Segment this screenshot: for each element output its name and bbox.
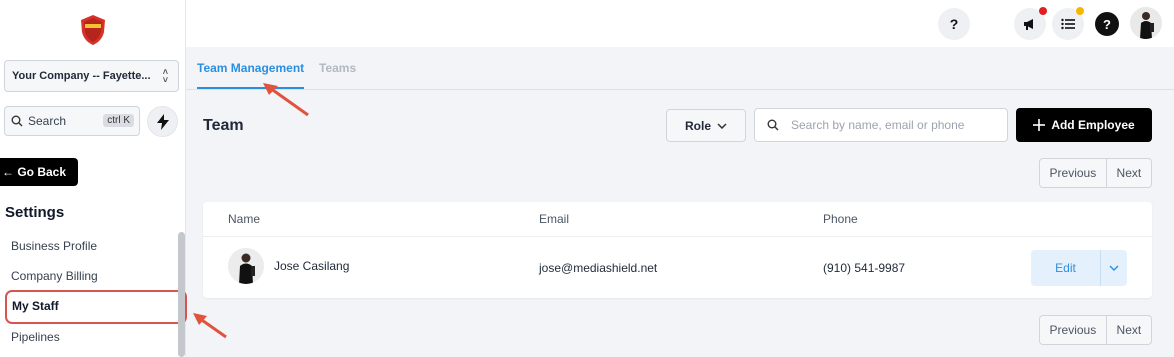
employee-search[interactable] [754,108,1008,142]
sidebar-item-label: My Staff [12,299,59,313]
list-icon [1061,18,1075,30]
pagination-bottom: Previous Next [1039,315,1152,345]
top-bar: ? ? [186,0,1174,47]
tab-team-management[interactable]: Team Management [197,61,305,89]
pagination-top: Previous Next [1039,158,1152,188]
avatar [228,248,264,284]
company-logo [80,14,106,46]
sidebar-item-business-profile[interactable]: Business Profile [11,239,97,253]
employee-search-input[interactable] [791,118,1001,132]
company-select[interactable]: Your Company -- Fayette... ˄ ˅ [4,60,179,92]
sidebar-item-company-billing[interactable]: Company Billing [11,269,98,283]
next-button[interactable]: Next [1107,159,1151,187]
company-select-label: Your Company -- Fayette... [12,70,151,82]
role-filter-button[interactable]: Role [666,109,746,142]
add-employee-button[interactable]: Add Employee [1016,108,1152,142]
employee-email: jose@mediashield.net [539,261,658,275]
tab-bar: Team Management Teams [186,47,1174,90]
employee-phone: (910) 541-9987 [823,261,906,275]
staff-table: Name Email Phone Jose Casilang jose@medi… [203,202,1152,298]
plus-icon [1033,119,1046,131]
page-title: Team [203,117,244,134]
column-header-email: Email [539,212,570,226]
sidebar-scrollbar[interactable] [178,232,185,357]
chevron-down-icon [717,122,727,129]
search-icon [767,119,779,131]
edit-button-group: Edit [1031,250,1127,286]
quick-actions-button[interactable] [147,106,178,137]
help-button[interactable]: ? [938,8,970,40]
previous-button[interactable]: Previous [1040,159,1107,187]
add-employee-label: Add Employee [1051,118,1135,132]
chevron-down-icon [1109,265,1119,271]
lightning-icon [156,113,169,130]
go-back-button[interactable]: ← Go Back [0,158,78,186]
tasks-button[interactable] [1052,7,1084,40]
support-button[interactable]: ? [1095,12,1119,36]
annotation-arrow [193,313,227,339]
sidebar-item-my-staff[interactable]: My Staff [5,290,187,324]
user-avatar[interactable] [1130,7,1162,39]
next-button[interactable]: Next [1107,316,1151,344]
settings-title: Settings [5,204,65,221]
column-header-name: Name [228,212,261,226]
sidebar: Your Company -- Fayette... ˄ ˅ Search ctr… [0,0,187,357]
megaphone-icon [1024,19,1033,30]
edit-button[interactable]: Edit [1031,250,1101,286]
search-label: Search [28,114,67,128]
previous-button[interactable]: Previous [1040,316,1107,344]
tab-teams[interactable]: Teams [319,61,356,75]
notification-dot [1039,7,1047,15]
sidebar-item-pipelines[interactable]: Pipelines [11,330,60,344]
divider [203,236,1152,237]
shortcut-badge: ctrl K [103,114,134,127]
announcements-button[interactable] [1014,7,1047,40]
edit-dropdown-button[interactable] [1101,250,1127,286]
column-header-phone: Phone [823,212,858,226]
search-icon [11,115,23,127]
role-filter-label: Role [684,118,711,133]
chevron-updown-icon: ˄ ˅ [162,67,168,85]
sidebar-search[interactable]: Search ctrl K [4,106,140,136]
notification-dot [1076,7,1084,15]
employee-name: Jose Casilang [274,259,350,273]
